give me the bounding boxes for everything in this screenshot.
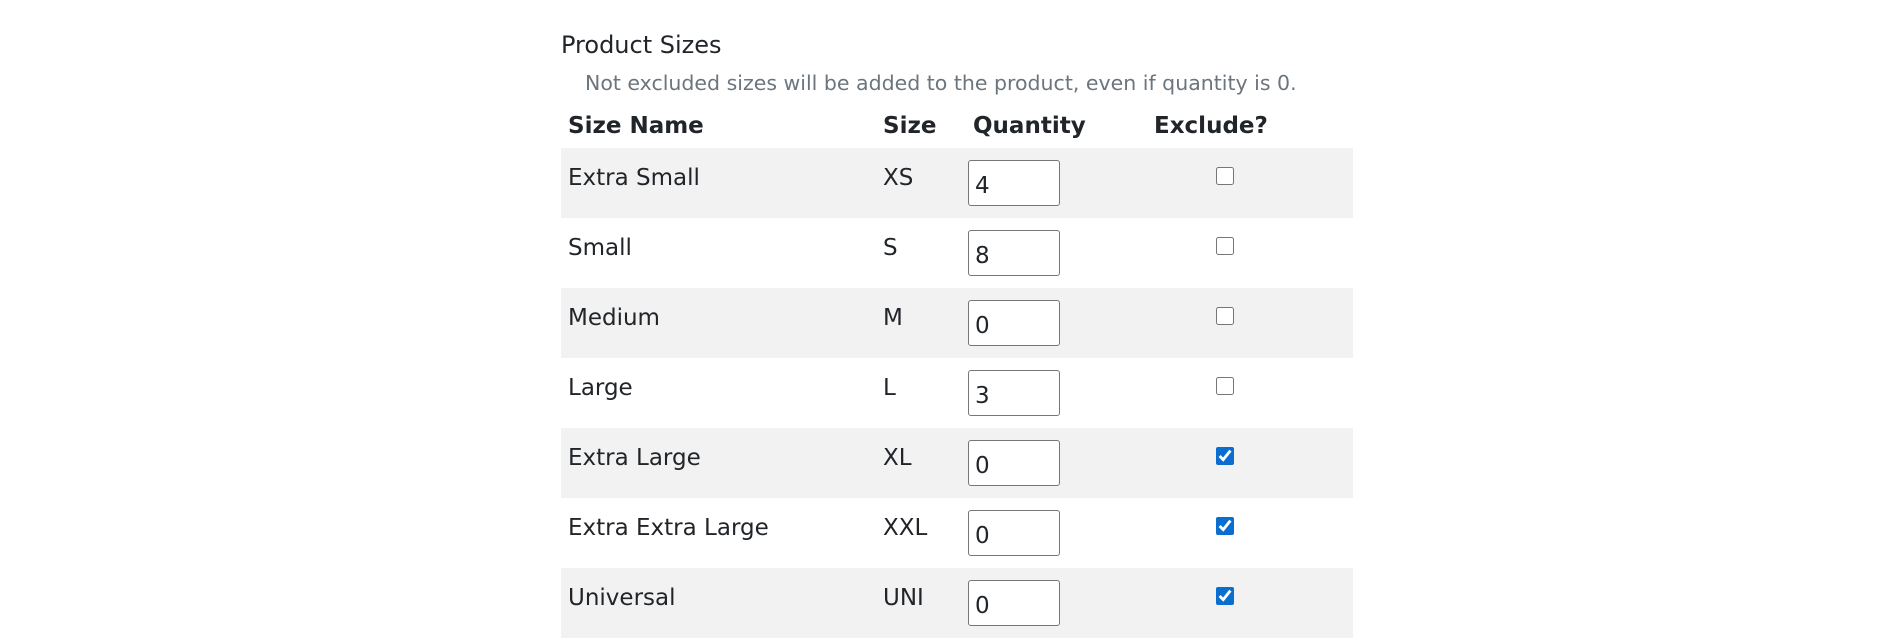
table-body: Extra SmallXSSmallSMediumMLargeLExtra La… [561, 148, 1353, 638]
table-row: Extra Extra Large XXL [561, 498, 1353, 568]
table-row: Extra Large XL [561, 428, 1353, 498]
exclude-cell [1140, 428, 1353, 498]
column-header-size-name: Size Name [568, 113, 704, 139]
size-code-cell: UNI [876, 568, 966, 638]
size-name-cell: Extra Large [561, 428, 876, 498]
exclude-checkbox-uni[interactable] [1215, 587, 1234, 605]
exclude-checkbox-l[interactable] [1215, 377, 1234, 395]
quantity-cell [966, 358, 1140, 428]
table-row: Universal UNI [561, 568, 1353, 638]
size-code-cell: XXL [876, 498, 966, 568]
exclude-cell [1140, 358, 1353, 428]
table-row: Extra Small XS [561, 148, 1353, 218]
exclude-checkbox-xs[interactable] [1215, 167, 1234, 185]
quantity-cell [966, 218, 1140, 288]
size-code-cell: S [876, 218, 966, 288]
column-header-size: Size [883, 113, 937, 139]
size-code-cell: XS [876, 148, 966, 218]
quantity-input-uni[interactable] [968, 580, 1060, 626]
size-name-cell: Large [561, 358, 876, 428]
size-code-cell: XL [876, 428, 966, 498]
exclude-cell [1140, 568, 1353, 638]
size-name-cell: Medium [561, 288, 876, 358]
exclude-checkbox-s[interactable] [1215, 237, 1234, 255]
exclude-checkbox-m[interactable] [1215, 307, 1234, 325]
column-header-exclude: Exclude? [1154, 113, 1268, 139]
exclude-cell [1140, 148, 1353, 218]
exclude-checkbox-xl[interactable] [1215, 447, 1234, 465]
size-name-cell: Small [561, 218, 876, 288]
sizes-table: Size Name Size Quantity Exclude? Extra S… [561, 104, 1353, 638]
size-code-cell: M [876, 288, 966, 358]
quantity-input-xxl[interactable] [968, 510, 1060, 556]
quantity-input-l[interactable] [968, 370, 1060, 416]
size-code-cell: L [876, 358, 966, 428]
column-header-quantity: Quantity [973, 113, 1086, 139]
quantity-input-s[interactable] [968, 230, 1060, 276]
exclude-cell [1140, 288, 1353, 358]
table-row: Large L [561, 358, 1353, 428]
size-name-cell: Extra Extra Large [561, 498, 876, 568]
size-name-cell: Universal [561, 568, 876, 638]
quantity-cell [966, 428, 1140, 498]
exclude-checkbox-xxl[interactable] [1215, 517, 1234, 535]
quantity-cell [966, 568, 1140, 638]
quantity-cell [966, 148, 1140, 218]
table-row: Medium M [561, 288, 1353, 358]
table-row: Small S [561, 218, 1353, 288]
exclude-cell [1140, 498, 1353, 568]
quantity-cell [966, 288, 1140, 358]
quantity-input-xs[interactable] [968, 160, 1060, 206]
size-name-cell: Extra Small [561, 148, 876, 218]
table-header: Size Name Size Quantity Exclude? [561, 104, 1353, 148]
quantity-input-xl[interactable] [968, 440, 1060, 486]
exclude-cell [1140, 218, 1353, 288]
quantity-input-m[interactable] [968, 300, 1060, 346]
section-title: Product Sizes [561, 31, 722, 59]
section-hint: Not excluded sizes will be added to the … [585, 71, 1297, 95]
product-sizes-section: Product Sizes Not excluded sizes will be… [561, 28, 1353, 638]
header-row: Size Name Size Quantity Exclude? [561, 104, 1353, 148]
quantity-cell [966, 498, 1140, 568]
